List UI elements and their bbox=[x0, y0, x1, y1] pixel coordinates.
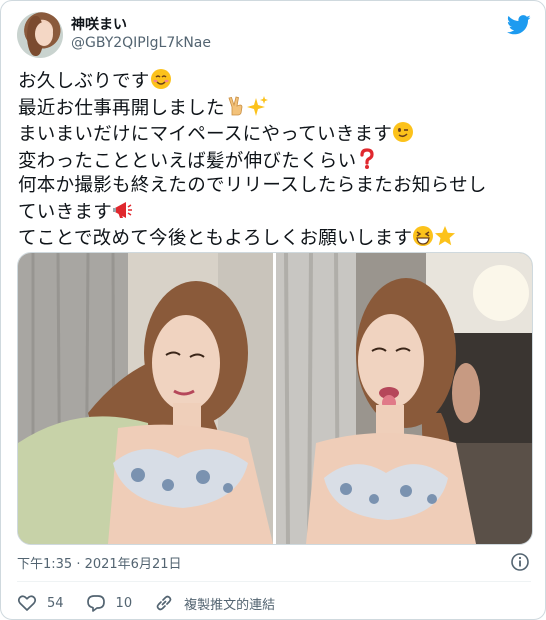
victory-hand-emoji bbox=[228, 96, 243, 115]
tweet-card: 神咲まい @GBY2QIPlgL7kNae お久しぶりです 最近お仕事再開しまし… bbox=[0, 0, 546, 620]
twitter-bird-icon[interactable] bbox=[507, 15, 531, 35]
copy-link-button[interactable]: 複製推文的連結 bbox=[154, 593, 275, 613]
tweet-photo-1[interactable] bbox=[18, 253, 273, 544]
info-icon[interactable] bbox=[510, 552, 530, 572]
megaphone-emoji bbox=[113, 201, 133, 218]
action-bar: 54 10 複製推文的連結 bbox=[17, 592, 297, 614]
author-display-name[interactable]: 神咲まい bbox=[71, 14, 127, 34]
star-emoji bbox=[435, 226, 456, 246]
tweet-text: お久しぶりです 最近お仕事再開しました まいまいだけにマイペースにやっていきます… bbox=[18, 68, 533, 252]
tweet-photo-2[interactable] bbox=[276, 253, 532, 544]
like-button[interactable]: 54 bbox=[17, 593, 64, 613]
reply-count: 10 bbox=[115, 595, 133, 611]
like-count: 54 bbox=[47, 595, 64, 611]
author-handle[interactable]: @GBY2QIPlgL7kNae bbox=[71, 35, 211, 51]
red-question-mark-emoji bbox=[360, 147, 375, 169]
link-icon bbox=[156, 595, 172, 611]
tweet-line-1: お久しぶりです bbox=[18, 68, 533, 95]
grinning-squinting-face-emoji bbox=[413, 226, 434, 246]
copy-link-label: 複製推文的連結 bbox=[184, 597, 276, 613]
sparkles-emoji bbox=[246, 95, 268, 116]
tweet-timestamp[interactable]: 下午1:35 · 2021年6月21日 bbox=[17, 553, 182, 572]
media-grid bbox=[17, 252, 533, 545]
tweet-line-7: てことで改めて今後ともよろしくお願いします bbox=[18, 225, 533, 252]
divider bbox=[17, 581, 531, 582]
reply-icon bbox=[86, 595, 105, 612]
tweet-line-5: 何本か撮影も終えたのでリリースしたらまたお知らせし bbox=[18, 175, 487, 196]
tweet-line-3: まいまいだけにマイペースにやっていきます bbox=[18, 121, 533, 148]
profile-avatar[interactable] bbox=[17, 12, 63, 58]
tweet-line-2: 最近お仕事再開しました bbox=[18, 95, 533, 122]
tweet-line-4: 変わったことといえば髪が伸びたくらい bbox=[18, 147, 533, 175]
smiling-face-emoji bbox=[150, 69, 171, 89]
winking-face-emoji bbox=[393, 122, 414, 142]
tweet-line-6: ていきます bbox=[18, 199, 533, 226]
heart-icon bbox=[17, 595, 37, 611]
reply-button[interactable]: 10 bbox=[86, 593, 133, 613]
